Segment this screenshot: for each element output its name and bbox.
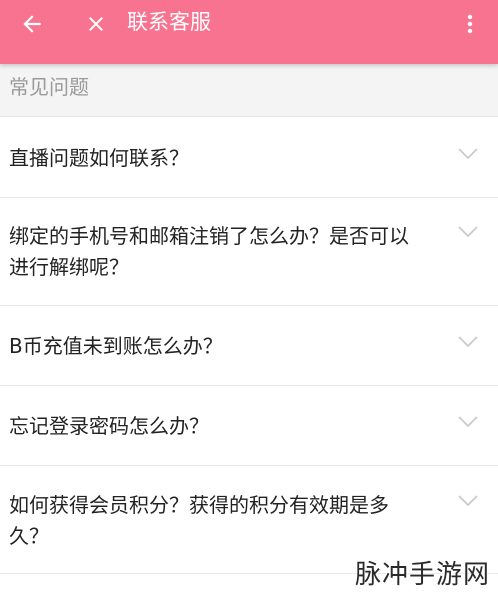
- faq-question: 忘记登录密码怎么办？: [9, 414, 209, 438]
- faq-question: 直播问题如何联系？: [9, 146, 189, 170]
- close-button[interactable]: [68, 4, 124, 44]
- chevron-down-icon: [458, 336, 478, 348]
- chevron-down-icon: [458, 148, 478, 160]
- faq-list: 直播问题如何联系？ 绑定的手机号和邮箱注销了怎么办？是否可以进行解绑呢？ B币充…: [0, 117, 498, 574]
- faq-item[interactable]: 直播问题如何联系？: [0, 117, 498, 198]
- section-header: 常见问题: [0, 64, 498, 117]
- faq-item[interactable]: 绑定的手机号和邮箱注销了怎么办？是否可以进行解绑呢？: [0, 198, 498, 306]
- faq-item[interactable]: 忘记登录密码怎么办？: [0, 386, 498, 466]
- faq-question: B币充值未到账怎么办？: [9, 334, 223, 358]
- app-bar: 联系客服: [0, 0, 498, 64]
- back-button[interactable]: [4, 4, 60, 44]
- chevron-down-icon: [458, 495, 478, 507]
- faq-question: 如何获得会员积分？获得的积分有效期是多久？: [9, 493, 389, 548]
- close-icon: [89, 17, 103, 31]
- section-title: 常见问题: [9, 75, 89, 99]
- more-options-button[interactable]: [442, 4, 498, 44]
- arrow-left-icon: [23, 15, 41, 33]
- more-vert-icon: [467, 14, 473, 34]
- faq-question: 绑定的手机号和邮箱注销了怎么办？是否可以进行解绑呢？: [9, 224, 409, 279]
- chevron-down-icon: [458, 226, 478, 238]
- faq-item[interactable]: B币充值未到账怎么办？: [0, 306, 498, 386]
- watermark: 脉冲手游网: [354, 560, 490, 590]
- chevron-down-icon: [458, 416, 478, 428]
- page-title: 联系客服: [127, 10, 211, 34]
